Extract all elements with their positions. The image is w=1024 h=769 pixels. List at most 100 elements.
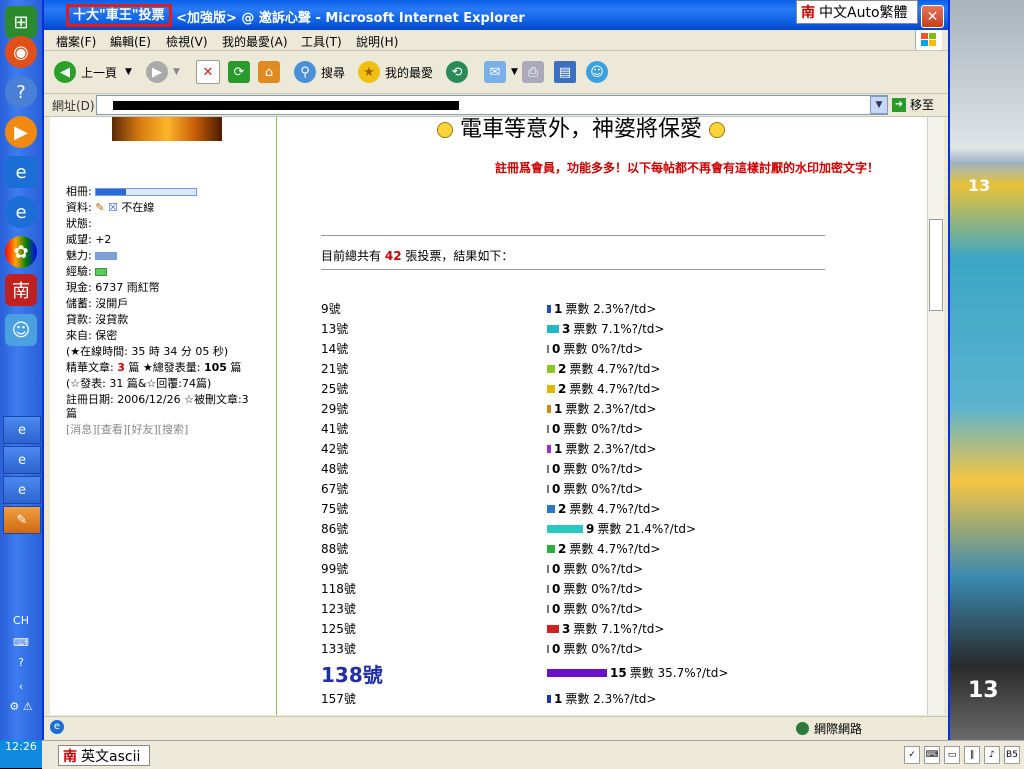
expand-tray-icon[interactable]: ‹ [0,680,42,693]
title-highlight: 十大"車王"投票 [66,4,172,27]
menu-file[interactable]: 檔案(F) [56,33,96,50]
vote-bar [547,564,549,573]
vote-bar [547,464,549,473]
mail-button[interactable]: ✉ ▼ [484,59,518,85]
go-button[interactable]: ➜ 移至 [892,96,934,113]
messenger-icon[interactable]: ? [5,76,37,108]
vote-percent: 票數 0%?/td> [563,482,644,496]
refresh-icon: ⟳ [228,61,250,83]
start-windows-icon[interactable]: ⊞ [5,6,37,38]
vote-percent: 票數 2.3%?/td> [565,442,657,456]
users-icon[interactable]: ☺ [5,314,37,346]
scrollbar-thumb[interactable] [929,219,943,311]
title-rest: <加強版> @ 邀訴心聲 - Microsoft Internet Explor… [176,11,525,26]
vote-bar [547,604,549,613]
taskbar-window-1[interactable]: e [3,416,41,444]
tray-icons[interactable]: ⚙ ⚠ [0,700,42,713]
taskbar-window-4[interactable]: ✎ [3,506,41,534]
taskbar-window-3[interactable]: e [3,476,41,504]
menu-help[interactable]: 說明(H) [356,33,398,50]
nan-ime-icon[interactable]: 南 [5,274,37,306]
vote-percent: 票數 4.7%?/td> [569,362,661,376]
vote-count: 2 [558,381,567,396]
vote-bar [547,424,549,433]
charm-row: 魅力: [66,247,118,263]
taskbar-window-2[interactable]: e [3,446,41,474]
refresh-button[interactable]: ⟳ [228,59,255,85]
vote-bar [547,444,551,453]
ie-shortcut-icon[interactable]: e [5,156,37,188]
keyboard-icon[interactable]: ⌨ [0,636,42,649]
menu-tools[interactable]: 工具(T) [301,33,342,50]
stop-button[interactable]: ✕ [196,59,225,85]
history-icon: ⟲ [446,61,468,83]
favorites-button[interactable]: ★ 我的最愛 [358,59,433,85]
vote-count: 0 [552,581,561,596]
ime-indicator-bottom[interactable]: 南 英文ascii [58,745,150,766]
window-tray-icon[interactable]: ▭ [944,746,960,764]
poll-result: 9 票數 21.4%?/td> [547,520,696,537]
speaker-icon[interactable]: ♪ [984,746,1000,764]
charm-bar [95,252,118,260]
forward-button[interactable]: ▶ ▼ [146,59,180,85]
messenger-people-icon: ☺ [586,61,608,83]
poll-row: 67號 0 票數 0%?/td> [321,477,881,497]
forward-dropdown-icon[interactable]: ▼ [173,67,180,77]
keyboard-tray-icon[interactable]: ⌨ [924,746,940,764]
poll-option-label: 133號 [321,642,356,656]
vote-bar [547,624,559,633]
poll-row: 13號 3 票數 7.1%?/td> [321,317,881,337]
firefox-icon[interactable]: ◉ [5,36,37,68]
online-time-row: (★在線時間: 35 時 34 分 05 秒) [66,345,229,358]
home-icon: ⌂ [258,61,280,83]
user-links[interactable]: [消息][查看][好友][搜索] [66,421,188,437]
check-icon[interactable]: ✓ [904,746,920,764]
poll-result: 0 票數 0%?/td> [547,460,643,477]
taskbar-clock[interactable]: 12:26 [0,740,42,768]
quick-launch-bar: ⊞ ◉ ? ▶ e e ✿ 南 ☺ e e e ✎ CH ⌨ ? ‹ ⚙ ⚠ [0,0,42,768]
b5-icon[interactable]: B5 [1004,746,1020,764]
window-title: 十大"車王"投票 <加強版> @ 邀訴心聲 - Microsoft Intern… [66,4,525,27]
title-bar[interactable]: 十大"車王"投票 <加強版> @ 邀訴心聲 - Microsoft Intern… [44,0,948,30]
language-indicator[interactable]: CH [0,614,42,627]
bus-number-top: 13 [968,176,991,195]
vote-count: 1 [554,691,563,706]
vote-bar [547,344,549,353]
print-button[interactable]: ⎙ [522,59,549,85]
pause-icon[interactable]: ∥ [964,746,980,764]
close-button[interactable]: ✕ [921,5,944,28]
windows-logo-icon [915,30,942,50]
menu-bar: 檔案(F) 編輯(E) 檢視(V) 我的最愛(A) 工具(T) 說明(H) [44,30,948,51]
profile-icon[interactable]: ✎ [95,201,104,214]
mail-dropdown-icon[interactable]: ▼ [511,67,518,77]
security-zone[interactable]: 網際網路 [796,720,862,737]
poll-option-label: 13號 [321,322,349,336]
back-arrow-icon: ◀ [54,61,76,83]
address-dropdown-icon[interactable]: ▼ [870,96,888,114]
poll-row: 138號 15 票數 35.7%?/td> [321,661,881,687]
messenger-button[interactable]: ☺ [586,59,613,85]
poll-result: 2 票數 4.7%?/td> [547,500,660,517]
menu-view[interactable]: 檢視(V) [166,33,208,50]
ie-icon[interactable]: e [5,196,37,228]
vote-bar [547,668,607,677]
album-row: 相冊: [66,183,198,199]
help-icon[interactable]: ? [0,656,42,669]
address-input[interactable] [96,95,888,115]
menu-edit[interactable]: 編輯(E) [110,33,151,50]
search-button[interactable]: ⚲ 搜尋 [294,59,345,85]
back-button[interactable]: ◀ 上一頁 ▼ [54,59,132,85]
history-button[interactable]: ⟲ [446,59,473,85]
back-dropdown-icon[interactable]: ▼ [125,67,132,77]
msn-butterfly-icon[interactable]: ✿ [5,236,37,268]
media-player-icon[interactable]: ▶ [5,116,37,148]
vote-count: 1 [554,301,563,316]
vertical-scrollbar[interactable] [927,117,944,715]
poll-row: 86號 9 票數 21.4%?/td> [321,517,881,537]
home-button[interactable]: ⌂ [258,59,285,85]
menu-favorites[interactable]: 我的最愛(A) [222,33,288,50]
edit-button[interactable]: ▤ [554,59,581,85]
smiley-icon [709,122,726,138]
vote-count: 2 [558,501,567,516]
ime-indicator-top[interactable]: 南 中文Auto繁體 [796,0,918,24]
